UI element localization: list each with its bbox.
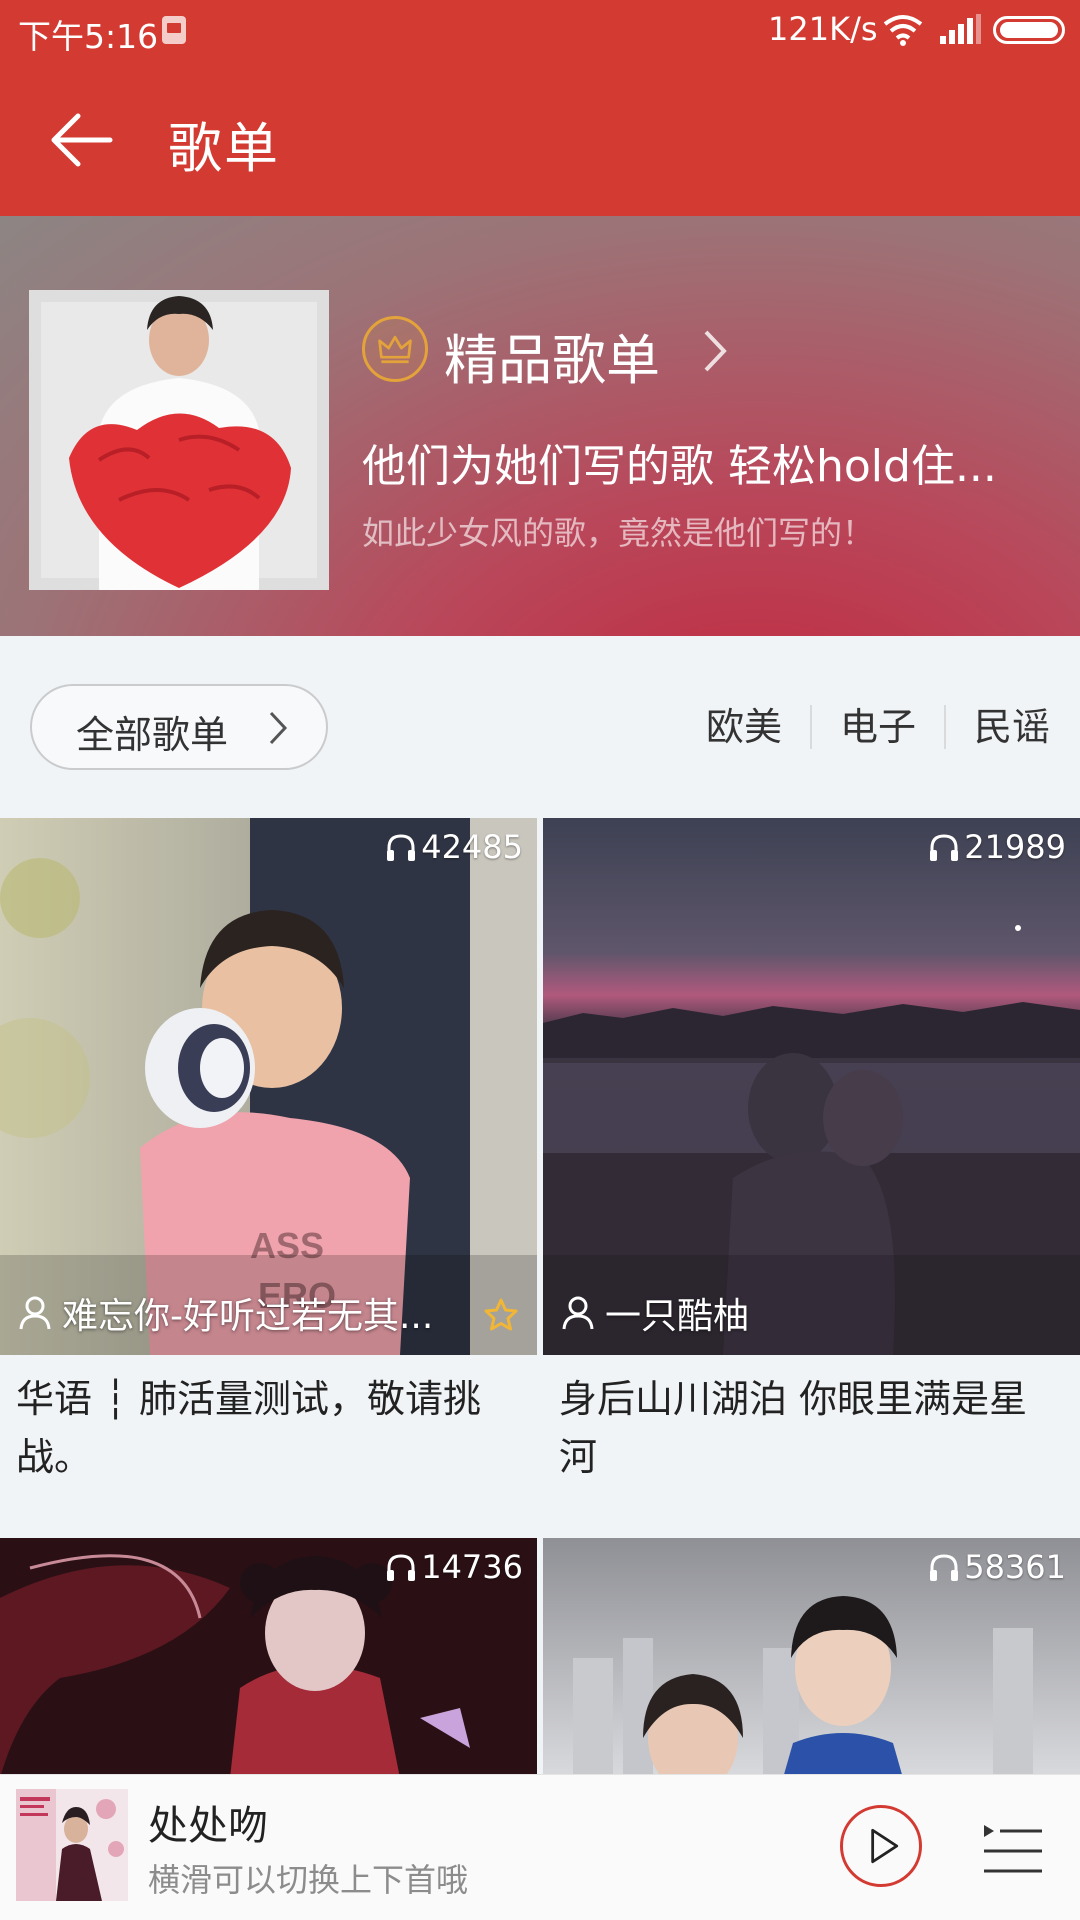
- now-playing-cover: [16, 1789, 128, 1901]
- creator: 一只酷柚: [561, 1287, 749, 1339]
- tag-minyao[interactable]: 民谣: [943, 705, 1050, 749]
- headphones-icon: [930, 1554, 959, 1581]
- playlist-cover: 21989 一只酷柚: [543, 818, 1080, 1355]
- playlist-card[interactable]: 58361: [543, 1538, 1080, 1778]
- playlist-queue-icon[interactable]: [980, 1821, 1046, 1877]
- creator-name: 一只酷柚: [605, 1296, 750, 1337]
- mini-player[interactable]: 处处吻 横滑可以切换上下首哦: [0, 1774, 1080, 1920]
- battery-icon: [993, 16, 1065, 44]
- user-icon: [19, 1296, 51, 1330]
- featured-playlist-banner[interactable]: 精品歌单 他们为她们写的歌 轻松hold住... 如此少女风的歌，竟然是他们写的…: [0, 216, 1080, 636]
- creator: 难忘你-好听过若无其...: [18, 1287, 433, 1339]
- featured-subtitle: 如此少女风的歌，竟然是他们写的！: [362, 514, 875, 552]
- filter-row: 全部歌单 欧美 电子 民谣: [0, 636, 1080, 818]
- user-icon: [562, 1296, 594, 1330]
- playlist-card[interactable]: 14736: [0, 1538, 537, 1778]
- play-icon[interactable]: [840, 1805, 922, 1887]
- wifi-icon: [883, 15, 923, 46]
- headphones-icon: [930, 834, 959, 861]
- play-count-value: 14736: [421, 1548, 523, 1586]
- all-playlists-button[interactable]: 全部歌单: [30, 684, 328, 770]
- featured-cover-image: [29, 290, 329, 590]
- all-playlists-label: 全部歌单: [76, 713, 229, 757]
- playlist-title: 华语 ┆ 肺活量测试，敬请挑战。: [16, 1377, 482, 1479]
- playlist-card[interactable]: 21989 一只酷柚 身后山川湖泊 你眼里满是星河: [543, 818, 1080, 1538]
- now-playing-title: 处处吻: [148, 1803, 268, 1849]
- headphones-icon: [387, 1554, 416, 1581]
- play-count-value: 42485: [421, 828, 523, 866]
- featured-title: 他们为她们写的歌 轻松hold住...: [362, 441, 997, 492]
- chevron-right-icon: [269, 711, 288, 745]
- playlist-title: 身后山川湖泊 你眼里满是星河: [559, 1377, 1028, 1479]
- playlist-cover: 58361: [543, 1538, 1080, 1778]
- chevron-right-icon: [704, 330, 727, 372]
- creator-name: 难忘你-好听过若无其...: [62, 1296, 434, 1337]
- play-count: 14736: [385, 1548, 523, 1586]
- crown-icon: [362, 316, 428, 382]
- play-count-value: 21989: [964, 828, 1066, 866]
- playlist-card[interactable]: ASS ERO 42485 难忘你-好听过若无其...: [0, 818, 537, 1538]
- status-time: 下午5:16: [18, 17, 159, 56]
- featured-label: 精品歌单: [444, 329, 660, 392]
- playlist-cover: ASS ERO 42485 难忘你-好听过若无其...: [0, 818, 537, 1355]
- play-count: 21989: [928, 828, 1066, 866]
- play-count-value: 58361: [964, 1548, 1066, 1586]
- app-bar: 歌单: [0, 62, 1080, 216]
- tag-dianzi[interactable]: 电子: [809, 705, 944, 749]
- cover-illustration: [29, 290, 329, 590]
- category-tags: 欧美 电子 民谣: [678, 702, 1050, 752]
- play-count: 58361: [928, 1548, 1066, 1586]
- tag-oumei[interactable]: 欧美: [678, 705, 810, 749]
- status-bar: 下午5:16 121K/s: [0, 0, 1080, 62]
- page-title: 歌单: [168, 117, 280, 180]
- notification-icon: [162, 16, 186, 44]
- network-speed: 121K/s: [768, 10, 878, 48]
- playlist-cover: 14736: [0, 1538, 537, 1778]
- play-count: 42485: [385, 828, 523, 866]
- star-icon: [484, 1298, 518, 1331]
- back-arrow-icon[interactable]: [44, 102, 120, 178]
- headphones-icon: [387, 834, 416, 861]
- signal-icon: [940, 14, 981, 44]
- now-playing-hint: 横滑可以切换上下首哦: [148, 1861, 469, 1899]
